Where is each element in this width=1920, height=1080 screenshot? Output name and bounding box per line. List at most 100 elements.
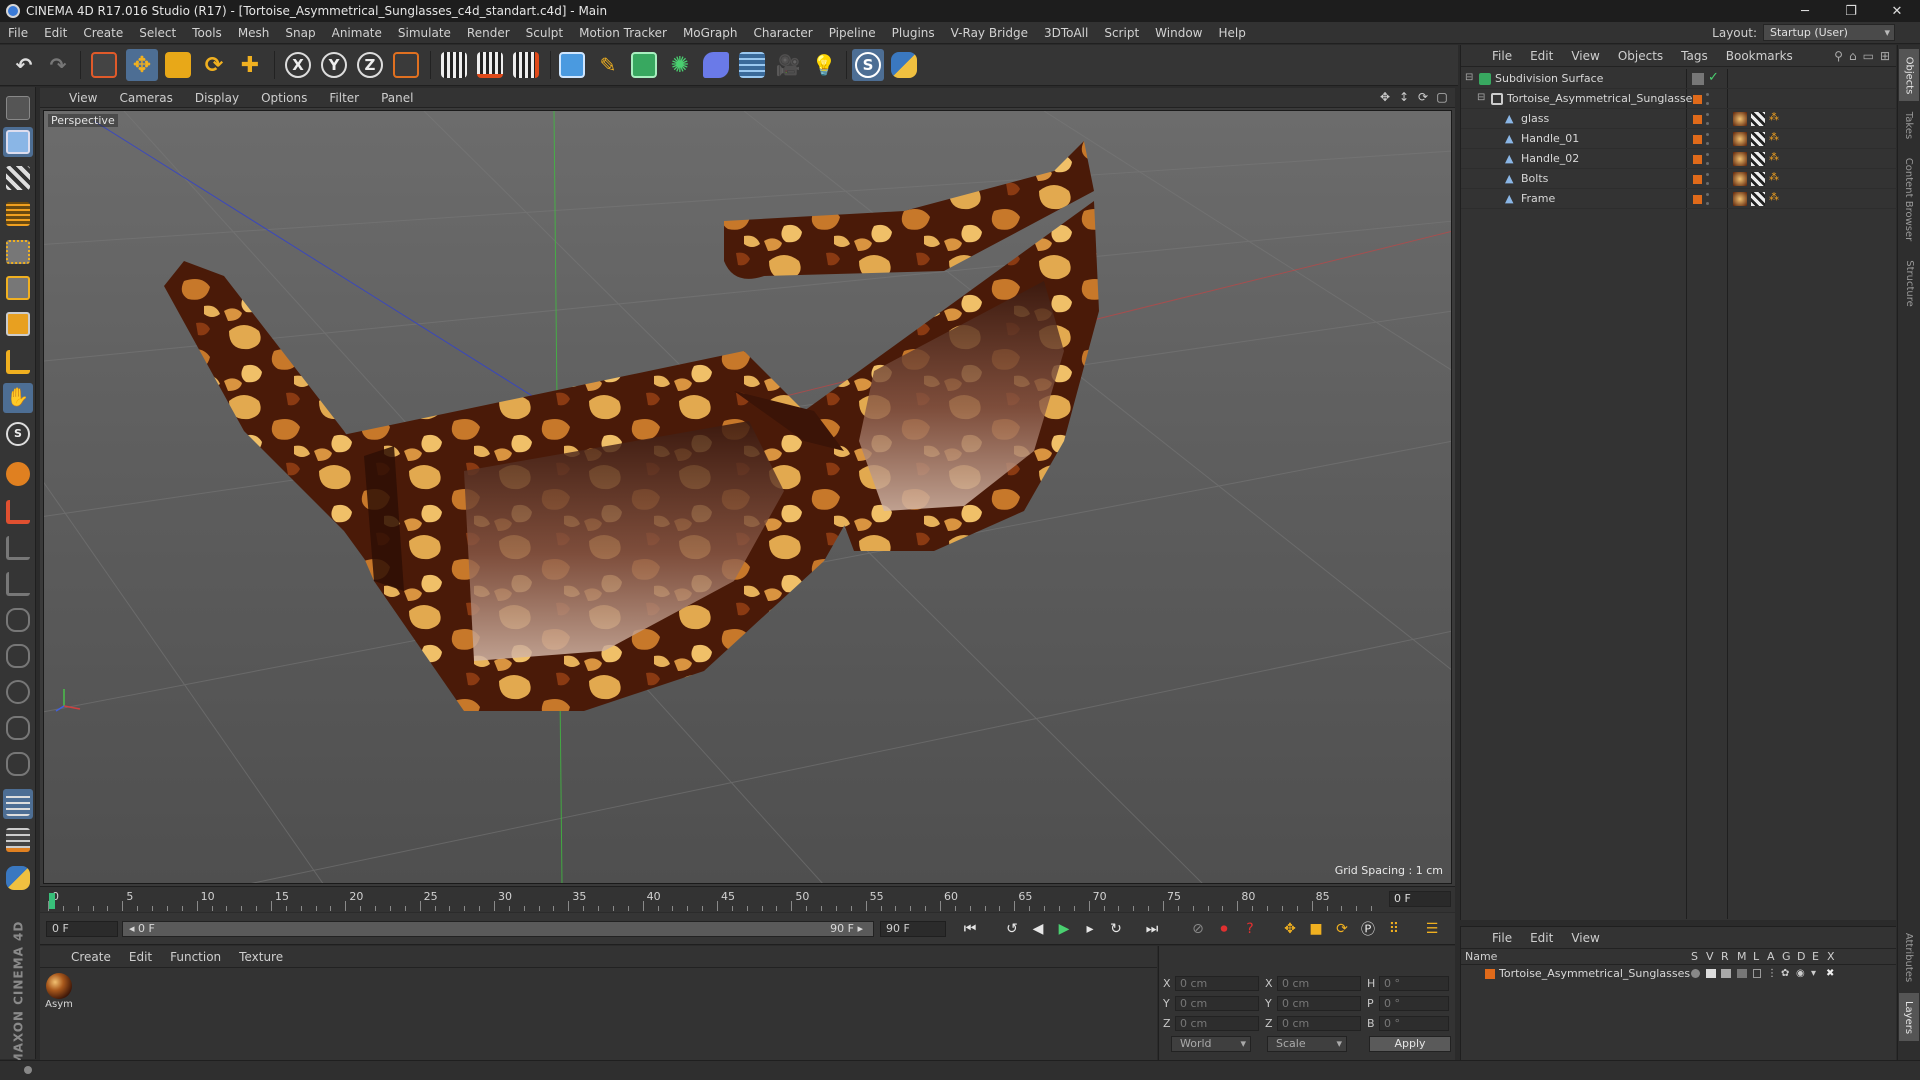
soft-selection-button[interactable] xyxy=(3,677,33,707)
selection-tag-icon[interactable]: ⁂ xyxy=(1769,172,1783,186)
render-icon[interactable] xyxy=(1721,969,1731,978)
object-row-handle-02[interactable]: ▲ Handle_02 ⁂ xyxy=(1461,149,1897,169)
undo-button[interactable]: ↶ xyxy=(8,49,40,81)
menu-plugins[interactable]: Plugins xyxy=(884,22,943,44)
add-camera-button[interactable]: 🎥 xyxy=(772,49,804,81)
make-editable-button[interactable] xyxy=(3,93,33,123)
layout-select[interactable]: Startup (User) xyxy=(1763,24,1895,41)
pan-icon[interactable]: ✥ xyxy=(1378,90,1392,104)
viewport-menu-view[interactable]: View xyxy=(58,91,108,105)
timeline-ticks[interactable]: 051015202530354045505560657075808590 xyxy=(48,889,1404,911)
quantize-button[interactable] xyxy=(3,713,33,743)
preview-range-slider[interactable]: ◂ 0 F 90 F ▸ xyxy=(122,921,874,937)
object-row-bolts[interactable]: ▲ Bolts ⁂ xyxy=(1461,169,1897,189)
size-x-field[interactable]: 0 cm xyxy=(1277,976,1361,991)
add-cube-button[interactable] xyxy=(556,49,588,81)
visibility-dots-icon[interactable] xyxy=(1706,173,1709,185)
live-selection-button[interactable] xyxy=(88,49,120,81)
home-icon[interactable]: ⌂ xyxy=(1849,49,1857,63)
viewport-menu-panel[interactable]: Panel xyxy=(370,91,424,105)
texture-mode-button[interactable] xyxy=(3,163,33,193)
polygons-mode-button[interactable] xyxy=(3,309,33,339)
visibility-dots-icon[interactable] xyxy=(1706,113,1709,125)
menu-select[interactable]: Select xyxy=(131,22,184,44)
next-frame-button[interactable]: ▸ xyxy=(1078,918,1102,940)
tab-content-browser[interactable]: Content Browser xyxy=(1899,149,1919,249)
model-mode-button[interactable] xyxy=(3,127,33,157)
workplane-snap-button[interactable] xyxy=(3,825,33,855)
tab-attributes[interactable]: Attributes xyxy=(1899,925,1919,989)
visibility-dots-icon[interactable] xyxy=(1706,193,1709,205)
add-deformer-button[interactable] xyxy=(700,49,732,81)
locked-workplane-button[interactable] xyxy=(3,497,33,527)
coord-mode-dropdown[interactable]: Scale xyxy=(1267,1036,1347,1052)
add-subdivision-button[interactable] xyxy=(628,49,660,81)
prev-frame-button[interactable]: ◀ xyxy=(1026,918,1050,940)
end-frame-field[interactable]: 90 F xyxy=(880,921,946,937)
python-button[interactable] xyxy=(888,49,920,81)
search-icon[interactable]: ⚲ xyxy=(1834,49,1843,63)
add-mograph-button[interactable]: ✺ xyxy=(664,49,696,81)
om-menu-tags[interactable]: Tags xyxy=(1672,49,1717,63)
menu-simulate[interactable]: Simulate xyxy=(390,22,459,44)
object-row-handle-01[interactable]: ▲ Handle_01 ⁂ xyxy=(1461,129,1897,149)
key-scale-button[interactable]: ■ xyxy=(1304,918,1328,940)
edges-mode-button[interactable] xyxy=(3,273,33,303)
rotation-h-field[interactable]: 0 ° xyxy=(1379,976,1449,991)
object-row-sunglasses[interactable]: ⊟ Tortoise_Asymmetrical_Sunglasses xyxy=(1461,89,1897,109)
tab-objects[interactable]: Objects xyxy=(1899,49,1919,101)
material-tag-icon[interactable] xyxy=(1733,152,1747,166)
xyz-lock-button[interactable] xyxy=(3,533,33,563)
object-row-subdivision-surface[interactable]: ⊟ Subdivision Surface ✓ xyxy=(1461,69,1897,89)
menu-character[interactable]: Character xyxy=(745,22,820,44)
viewport-menu-display[interactable]: Display xyxy=(184,91,250,105)
om-menu-edit[interactable]: Edit xyxy=(1521,49,1562,63)
collapse-icon[interactable]: ⊟ xyxy=(1477,92,1485,103)
animation-icon[interactable]: ⋮ xyxy=(1767,968,1777,979)
material-tag-icon[interactable] xyxy=(1733,132,1747,146)
om-menu-view[interactable]: View xyxy=(1562,49,1608,63)
scale-tool-button[interactable] xyxy=(162,49,194,81)
last-tool-button[interactable]: ✚ xyxy=(234,49,266,81)
orbit-icon[interactable]: ⟳ xyxy=(1416,90,1430,104)
tab-structure[interactable]: Structure xyxy=(1899,253,1919,313)
add-spline-button[interactable]: ✎ xyxy=(592,49,624,81)
position-x-field[interactable]: 0 cm xyxy=(1175,976,1259,991)
selection-tag-icon[interactable]: ⁂ xyxy=(1769,132,1783,146)
selection-tag-icon[interactable]: ⁂ xyxy=(1769,152,1783,166)
key-rotation-button[interactable]: ⟳ xyxy=(1330,918,1354,940)
uvw-tag-icon[interactable] xyxy=(1751,192,1765,206)
menu-help[interactable]: Help xyxy=(1210,22,1253,44)
material-tag-icon[interactable] xyxy=(1733,112,1747,126)
python-script-button[interactable] xyxy=(3,863,33,893)
coordinate-system-button[interactable] xyxy=(390,49,422,81)
manager-icon[interactable] xyxy=(1737,969,1747,978)
generator-icon[interactable]: ✿ xyxy=(1781,968,1789,979)
enable-snapping-button[interactable] xyxy=(3,459,33,489)
visibility-dots-icon[interactable] xyxy=(1706,133,1709,145)
rotate-tool-button[interactable]: ⟳ xyxy=(198,49,230,81)
start-frame-field[interactable]: 0 F xyxy=(46,921,118,937)
autokey-button[interactable]: ⏺ xyxy=(1212,918,1236,940)
goto-start-button[interactable]: ⏮ xyxy=(958,918,982,940)
viewport-menu-filter[interactable]: Filter xyxy=(318,91,370,105)
add-light-button[interactable]: 💡 xyxy=(808,49,840,81)
xref-icon[interactable]: ✖ xyxy=(1826,968,1834,979)
layer-col-xref[interactable]: X xyxy=(1827,950,1835,963)
move-tool-button[interactable]: ✥ xyxy=(126,49,158,81)
object-row-glass[interactable]: ▲ glass ⁂ xyxy=(1461,109,1897,129)
menu-render[interactable]: Render xyxy=(459,22,518,44)
key-position-button[interactable]: ✥ xyxy=(1278,918,1302,940)
lock-icon[interactable] xyxy=(1753,969,1761,978)
layer-row[interactable]: Tortoise_Asymmetrical_Sunglasses ⋮ ✿ ◉ ▾… xyxy=(1461,965,1896,983)
layer-col-expressions[interactable]: E xyxy=(1812,950,1819,963)
size-z-field[interactable]: 0 cm xyxy=(1277,1016,1361,1031)
viewport-canvas[interactable]: Perspective Grid Spacing : 1 cm xyxy=(43,110,1452,884)
material-tag-icon[interactable] xyxy=(1733,172,1747,186)
restore-button[interactable]: ❐ xyxy=(1828,0,1874,22)
timeline-ruler[interactable]: 051015202530354045505560657075808590 0 F xyxy=(40,886,1455,912)
grid-snap-button[interactable] xyxy=(3,789,33,819)
tweak-mode-button[interactable]: ✋ xyxy=(3,383,33,413)
current-frame-field[interactable]: 0 F xyxy=(1389,891,1451,907)
timeline-playhead[interactable] xyxy=(49,893,55,909)
